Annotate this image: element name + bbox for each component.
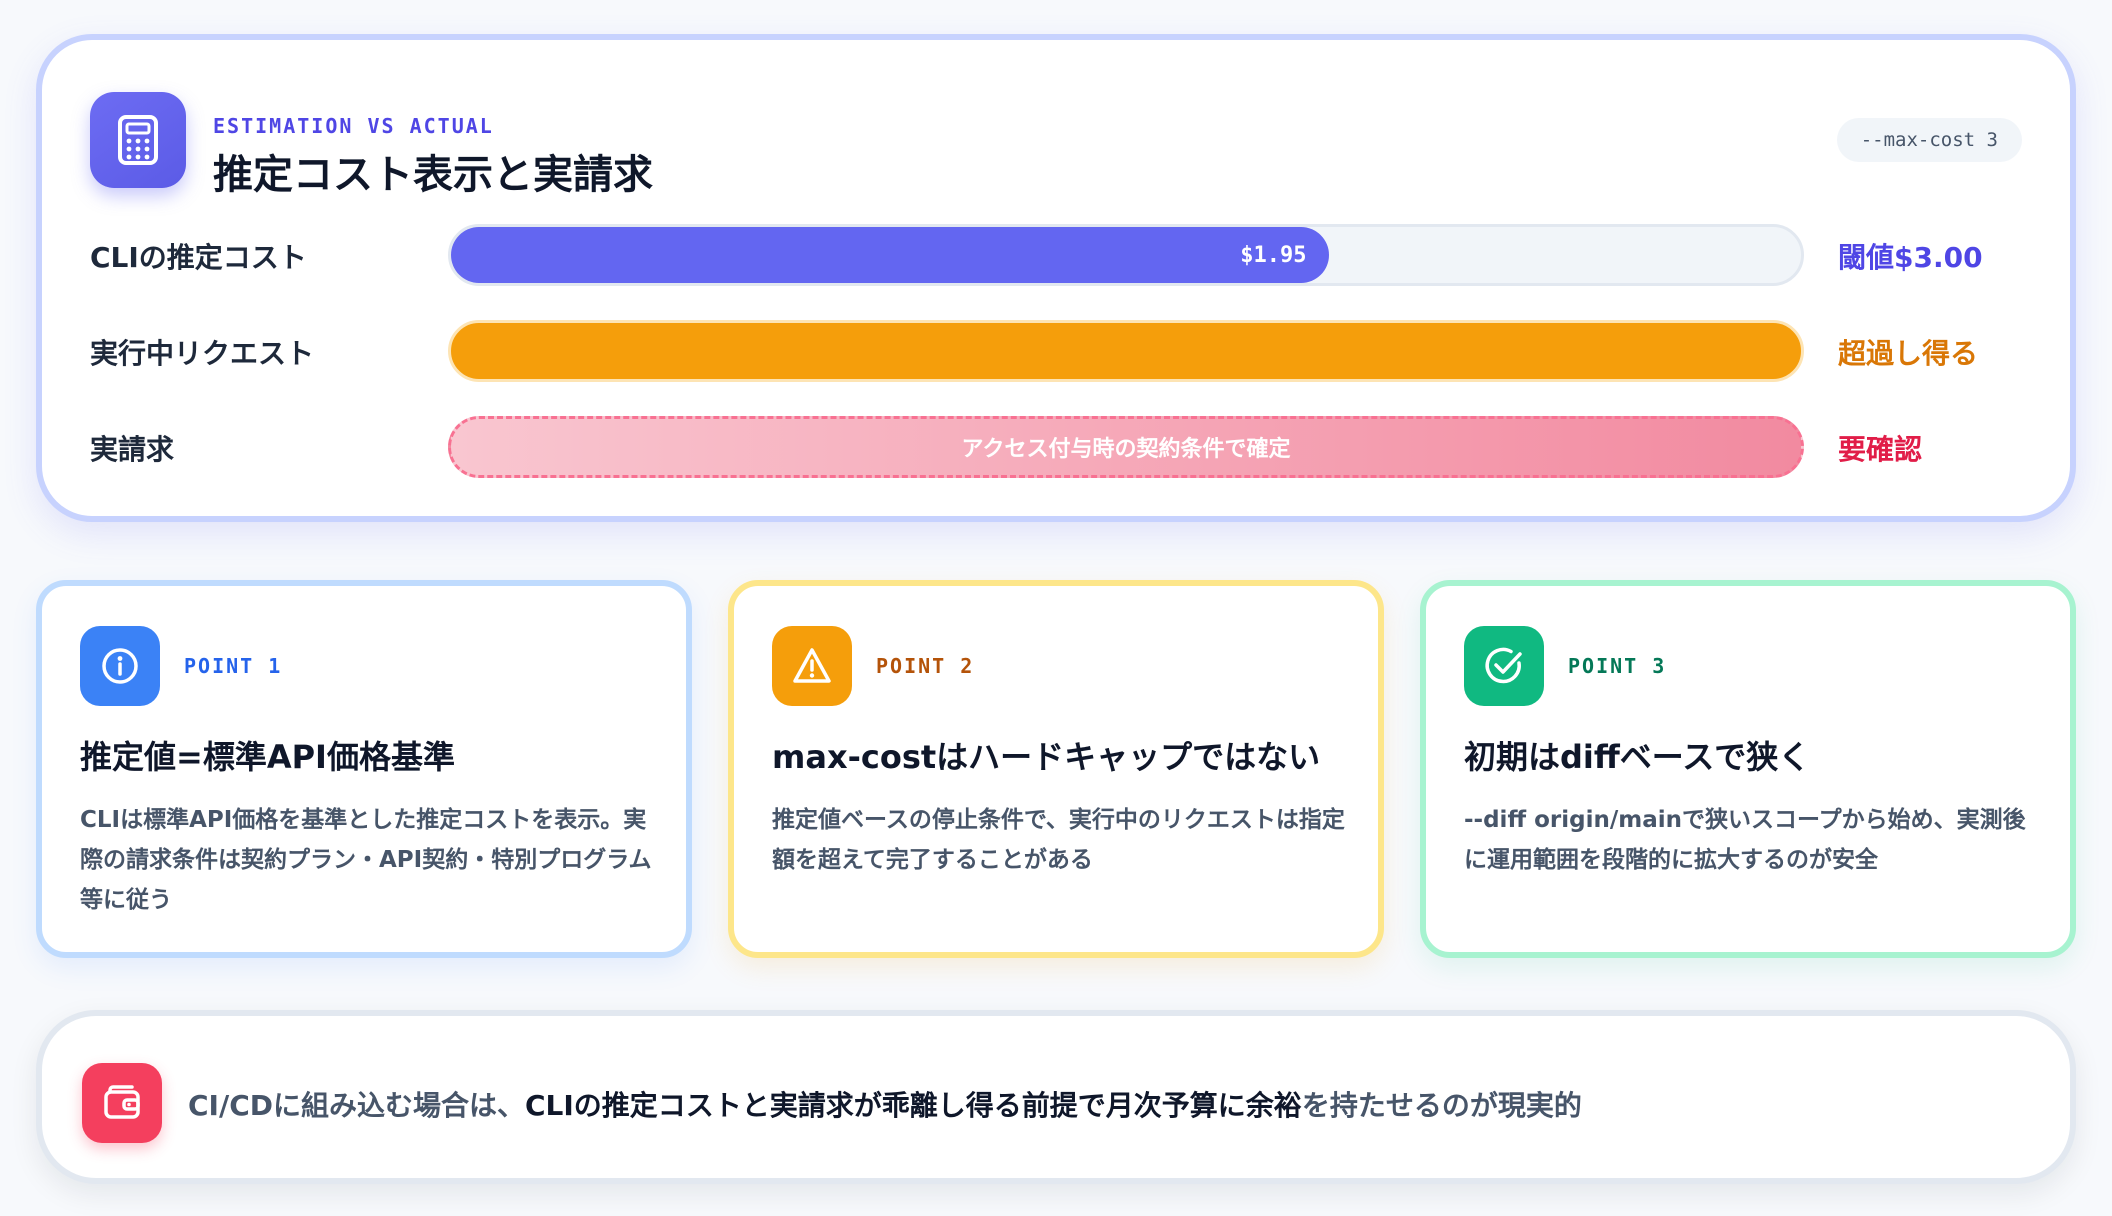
row-label-running-request: 実行中リクエスト (90, 337, 315, 370)
banner-text: CI/CDに組み込む場合は、CLIの推定コストと実請求が乖離し得る前提で月次予算… (188, 1084, 1582, 1124)
needs-confirmation-status: 要確認 (1838, 433, 1923, 466)
point-title: max-costはハードキャップではない (772, 738, 1321, 776)
estimate-progress-track: $1.95 (448, 224, 1804, 286)
point-card-3: POINT 3 初期はdiffベースで狭く --diff origin/main… (1420, 580, 2076, 958)
warning-icon (772, 626, 852, 706)
budget-advice-banner: CI/CDに組み込む場合は、CLIの推定コストと実請求が乖離し得る前提で月次予算… (36, 1010, 2076, 1184)
threshold-status: 閾値$3.00 (1838, 241, 1983, 274)
banner-text-suffix: を持たせるのが現実的 (1301, 1089, 1582, 1122)
page-title: 推定コスト表示と実請求 (213, 152, 653, 198)
banner-text-prefix: CI/CDに組み込む場合は、 (188, 1089, 525, 1122)
estimation-card: ESTIMATION VS ACTUAL 推定コスト表示と実請求 --max-c… (36, 34, 2076, 522)
overrun-status: 超過し得る (1838, 337, 1979, 370)
point-body: --diff origin/mainで狭いスコープから始め、実測後に運用範囲を段… (1464, 807, 2026, 873)
row-label-cli-estimate: CLIの推定コスト (90, 241, 307, 274)
point-title: 初期はdiffベースで狭く (1464, 738, 1811, 776)
banner-text-emphasis: CLIの推定コストと実請求が乖離し得る前提で月次予算に余裕 (525, 1089, 1302, 1122)
estimate-value: $1.95 (1240, 242, 1307, 268)
point-title: 推定値=標準API価格基準 (80, 738, 455, 776)
wallet-icon (82, 1063, 162, 1143)
point-label: POINT 3 (1568, 654, 1667, 678)
info-icon (80, 626, 160, 706)
estimate-progress-fill: $1.95 (451, 227, 1329, 283)
point-card-2: POINT 2 max-costはハードキャップではない 推定値ベースの停止条件… (728, 580, 1384, 958)
running-request-bar (448, 320, 1804, 382)
point-card-1: POINT 1 推定値=標準API価格基準 CLIは標準API価格を基準とした推… (36, 580, 692, 958)
point-body: CLIは標準API価格を基準とした推定コストを表示。実際の請求条件は契約プラン・… (80, 807, 652, 913)
max-cost-flag-badge: --max-cost 3 (1836, 118, 2022, 162)
point-label: POINT 2 (876, 654, 975, 678)
actual-billing-bar: アクセス付与時の契約条件で確定 (448, 416, 1804, 478)
actual-billing-bar-text: アクセス付与時の契約条件で確定 (961, 437, 1291, 462)
point-label: POINT 1 (184, 654, 283, 678)
eyebrow-label: ESTIMATION VS ACTUAL (213, 114, 494, 138)
calculator-icon (90, 92, 186, 188)
row-label-actual-billing: 実請求 (90, 433, 175, 466)
point-body: 推定値ベースの停止条件で、実行中のリクエストは指定額を超えて完了することがある (772, 807, 1345, 873)
check-circle-icon (1464, 626, 1544, 706)
